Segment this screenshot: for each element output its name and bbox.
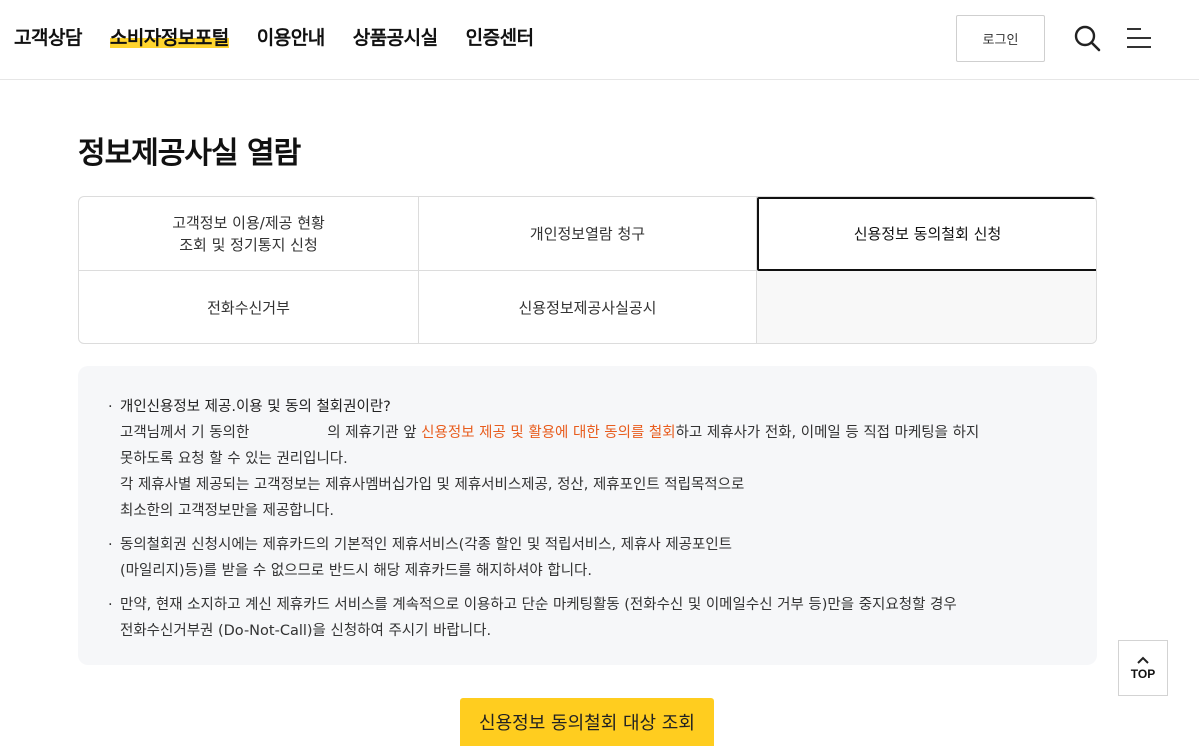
- site-header: 고객상담 소비자정보포털 이용안내 상품공시실 인증센터 로그인: [0, 0, 1199, 80]
- consent-withdrawal-lookup-button[interactable]: 신용정보 동의철회 대상 조회: [460, 698, 714, 746]
- search-icon: [1074, 25, 1101, 52]
- info-line: 만약, 현재 소지하고 계신 제휴카드 서비스를 계속적으로 이용하고 단순 마…: [120, 597, 957, 613]
- scroll-top-label: TOP: [1130, 666, 1156, 681]
- info-box: 개인신용정보 제공.이용 및 동의 철회권이란? 고객님께서 기 동의한 의 제휴…: [78, 366, 1097, 665]
- nav-item-consumer-portal[interactable]: 소비자정보포털: [109, 22, 229, 50]
- tab-call-refusal[interactable]: 전화수신거부: [79, 271, 419, 343]
- menu-icon: [1127, 28, 1151, 48]
- nav-item-auth-center[interactable]: 인증센터: [466, 23, 534, 50]
- page-title: 정보제공사실 열람: [78, 136, 301, 171]
- nav-item-customer-consult[interactable]: 고객상담: [14, 23, 82, 50]
- info-line: 각 제휴사별 제공되는 고객정보는 제휴사멤버십가입 및 제휴서비스제공, 정산…: [120, 477, 745, 493]
- info-item-warning: 동의철회권 신청시에는 제휴카드의 기본적인 제휴서비스(각종 할인 및 적립서…: [108, 532, 1067, 584]
- info-line: 못하도록 요청 할 수 있는 권리입니다.: [120, 451, 348, 467]
- scroll-top-button[interactable]: TOP: [1118, 640, 1168, 696]
- search-button[interactable]: [1070, 20, 1104, 56]
- info-item-call-refusal-note: 만약, 현재 소지하고 계신 제휴카드 서비스를 계속적으로 이용하고 단순 마…: [108, 592, 1067, 644]
- info-line: 전화수신거부권 (Do-Not-Call)을 신청하여 주시기 바랍니다.: [120, 623, 492, 639]
- tab-credit-consent-withdrawal[interactable]: 신용정보 동의철회 신청: [757, 197, 1096, 271]
- nav-item-product-disclosure[interactable]: 상품공시실: [353, 23, 438, 50]
- highlight-text: 신용정보 제공 및 활용에 대한 동의를 철회: [421, 425, 676, 441]
- info-text: 하고 제휴사가 전화, 이메일 등 직접 마케팅을 하지: [675, 425, 980, 441]
- menu-button[interactable]: [1122, 20, 1156, 56]
- chevron-up-icon: [1137, 656, 1149, 664]
- info-heading: 개인신용정보 제공.이용 및 동의 철회권이란?: [120, 399, 391, 415]
- tab-grid: 고객정보 이용/제공 현황 조회 및 정기통지 신청 개인정보열람 청구 신용정…: [78, 196, 1097, 344]
- info-item-definition: 개인신용정보 제공.이용 및 동의 철회권이란? 고객님께서 기 동의한 의 제휴…: [108, 394, 1067, 524]
- tab-customer-info-status[interactable]: 고객정보 이용/제공 현황 조회 및 정기통지 신청: [79, 197, 419, 271]
- main-nav: 고객상담 소비자정보포털 이용안내 상품공시실 인증센터: [14, 20, 562, 52]
- info-line: (마일리지)등)를 받을 수 없으므로 반드시 해당 제휴카드를 해지하셔야 합…: [120, 563, 592, 579]
- tab-empty-cell: [757, 271, 1096, 343]
- tab-credit-info-disclosure[interactable]: 신용정보제공사실공시: [419, 271, 757, 343]
- info-line: 동의철회권 신청시에는 제휴카드의 기본적인 제휴서비스(각종 할인 및 적립서…: [120, 537, 733, 553]
- info-text: 고객님께서 기 동의한: [120, 425, 250, 441]
- info-line: 고객님께서 기 동의한 의 제휴기관 앞 신용정보 제공 및 활용에 대한 동의를…: [120, 420, 1067, 446]
- tab-personal-info-request[interactable]: 개인정보열람 청구: [419, 197, 757, 271]
- login-button[interactable]: 로그인: [956, 15, 1045, 62]
- info-line: 최소한의 고객정보만을 제공합니다.: [120, 503, 334, 519]
- nav-item-usage-guide[interactable]: 이용안내: [257, 23, 325, 50]
- info-text: 의 제휴기관 앞: [327, 425, 417, 441]
